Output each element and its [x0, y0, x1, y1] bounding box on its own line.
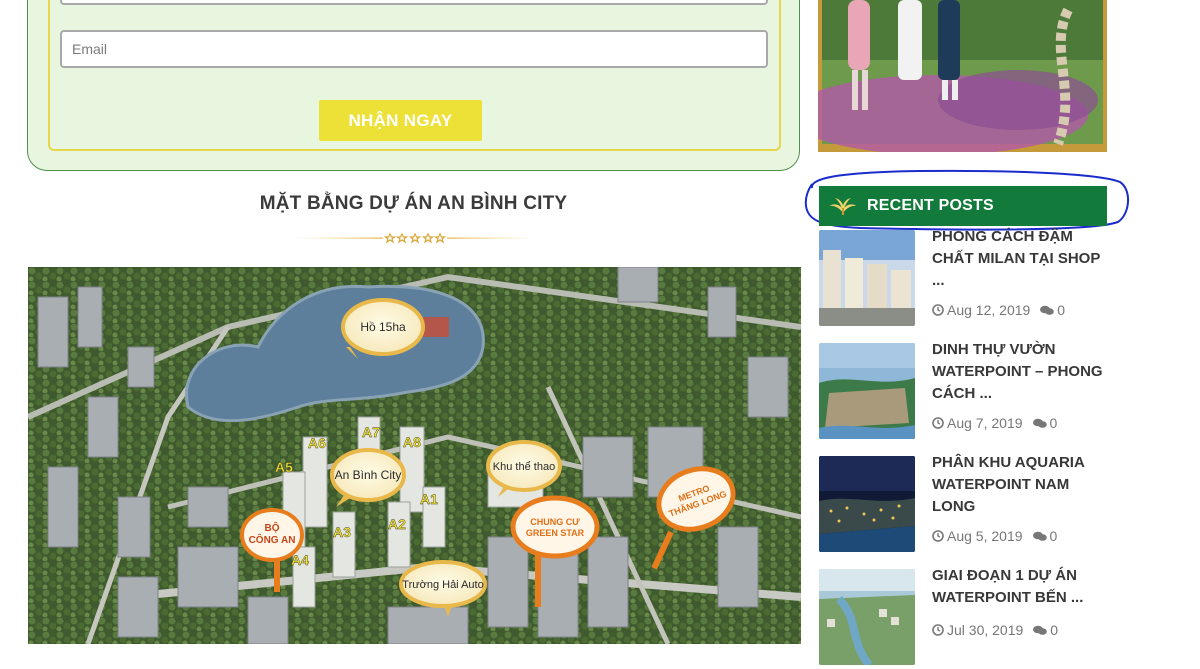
- list-item: GIAI ĐOẠN 1 DỰ ÁN WATERPOINT BẾN ... Jul…: [819, 567, 1119, 669]
- post-date: Aug 7, 2019: [947, 415, 1023, 431]
- callout-sports-text: Khu thể thao: [493, 461, 555, 473]
- subscribe-form-panel: NHẬN NGAY: [27, 0, 800, 171]
- building-label-a8: A8: [403, 434, 421, 450]
- post-date: Aug 12, 2019: [947, 302, 1031, 318]
- clock-icon: [932, 624, 944, 636]
- post-comment-count[interactable]: 0: [1050, 622, 1058, 638]
- list-item: PHONG CÁCH ĐẬM CHẤT MILAN TẠI SHOP ... A…: [819, 228, 1119, 330]
- building-label-a3: A3: [333, 524, 351, 540]
- building-label-a1: A1: [420, 491, 438, 507]
- post-meta: Aug 7, 2019 0: [932, 415, 1057, 431]
- clock-icon: [932, 417, 944, 429]
- callout-school-text: Trường Hải Auto: [402, 579, 483, 591]
- callout-green-star-text-1: CHUNG CƯ: [530, 517, 580, 527]
- callout-an-binh-city-text: An Bình City: [335, 468, 402, 482]
- site-plan-map: A1 A2 A3 A4 A5 A6 A7 A8 Hồ 15ha An Bình …: [28, 267, 801, 644]
- comments-icon: [1040, 305, 1055, 315]
- comments-icon: [1032, 418, 1047, 428]
- post-date: Aug 5, 2019: [947, 528, 1023, 544]
- clock-icon: [932, 530, 944, 542]
- callout-police-text-1: BỘ: [265, 521, 280, 534]
- building-label-a7: A7: [362, 424, 380, 440]
- comments-icon: [1033, 625, 1048, 635]
- post-date: Jul 30, 2019: [947, 622, 1024, 638]
- post-thumbnail[interactable]: [819, 569, 915, 665]
- comments-icon: [1032, 531, 1047, 541]
- clock-icon: [932, 304, 944, 316]
- post-comment-count[interactable]: 0: [1057, 302, 1065, 318]
- building-label-a5: A5: [275, 459, 293, 475]
- post-thumbnail[interactable]: [819, 343, 915, 439]
- post-meta: Aug 12, 2019 0: [932, 302, 1065, 318]
- callout-lake-text: Hồ 15ha: [360, 320, 406, 334]
- callout-police-text-2: CÔNG AN: [249, 533, 296, 546]
- email-field[interactable]: [60, 30, 768, 68]
- sidebar-ad-image[interactable]: [818, 0, 1107, 152]
- post-title-link[interactable]: DINH THỰ VƯỜN WATERPOINT – PHONG CÁCH ..…: [932, 339, 1107, 405]
- callout-green-star-text-2: GREEN STAR: [526, 528, 585, 538]
- post-comment-count[interactable]: 0: [1050, 528, 1058, 544]
- submit-button[interactable]: NHẬN NGAY: [319, 100, 482, 141]
- page-title: MẶT BẰNG DỰ ÁN AN BÌNH CITY: [259, 193, 568, 214]
- list-item: PHÂN KHU AQUARIA WATERPOINT NAM LONG Aug…: [819, 454, 1119, 556]
- title-divider: [293, 232, 537, 244]
- post-thumbnail[interactable]: [819, 456, 915, 552]
- recent-posts-title: RECENT POSTS: [867, 197, 994, 214]
- post-title-link[interactable]: GIAI ĐOẠN 1 DỰ ÁN WATERPOINT BẾN ...: [932, 565, 1107, 609]
- recent-posts-header: RECENT POSTS: [819, 186, 1107, 226]
- post-thumbnail[interactable]: [819, 230, 915, 326]
- post-title-link[interactable]: PHÂN KHU AQUARIA WATERPOINT NAM LONG: [932, 452, 1107, 518]
- post-meta: Jul 30, 2019 0: [932, 622, 1058, 638]
- name-field[interactable]: [60, 0, 768, 5]
- building-label-a2: A2: [388, 516, 406, 532]
- building-label-a6: A6: [308, 435, 326, 451]
- post-meta: Aug 5, 2019 0: [932, 528, 1057, 544]
- post-comment-count[interactable]: 0: [1050, 415, 1058, 431]
- list-item: DINH THỰ VƯỜN WATERPOINT – PHONG CÁCH ..…: [819, 341, 1119, 443]
- palm-leaf-icon: [829, 198, 857, 215]
- post-title-link[interactable]: PHONG CÁCH ĐẬM CHẤT MILAN TẠI SHOP ...: [932, 226, 1107, 292]
